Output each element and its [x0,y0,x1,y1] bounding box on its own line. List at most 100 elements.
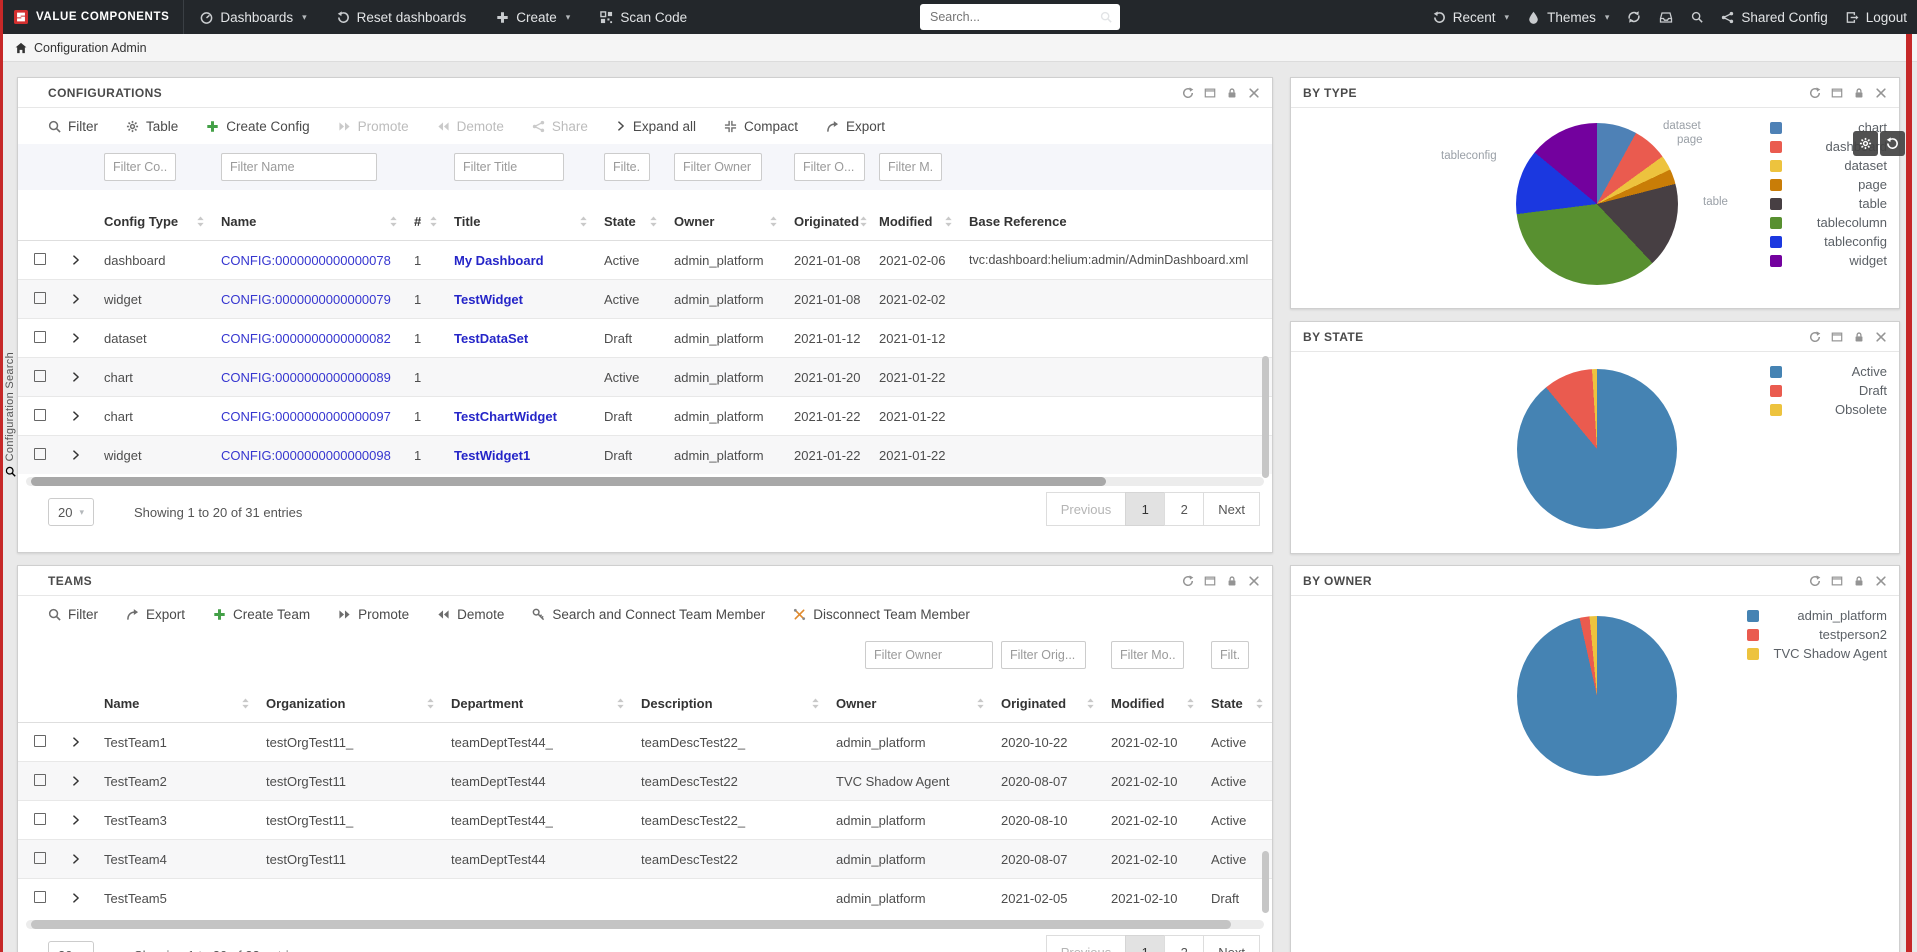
sort-icon[interactable] [389,215,398,228]
maximize-icon[interactable] [1831,575,1843,587]
expand-row-icon[interactable] [71,372,81,382]
legend-item[interactable]: tablecolumn [1770,215,1887,230]
demote-button[interactable]: Demote [437,607,504,622]
filter-modified-input[interactable] [879,153,942,181]
column-header-base-reference[interactable]: Base Reference [961,214,1272,229]
page-2-button[interactable]: 2 [1164,935,1204,952]
widget-refresh-button[interactable] [1880,131,1905,156]
nav-item-logout[interactable]: Logout [1846,10,1907,25]
sort-icon[interactable] [1186,697,1195,710]
table-row[interactable]: widget CONFIG:0000000000000098 1 TestWid… [18,435,1272,474]
table-button[interactable]: Table [126,119,178,134]
expand-row-icon[interactable] [71,737,81,747]
page-2-button[interactable]: 2 [1164,492,1204,526]
expand-row-icon[interactable] [71,854,81,864]
filter-state-input[interactable] [1211,641,1249,669]
refresh-icon[interactable] [1809,575,1821,587]
column-header-name[interactable]: Name [96,696,258,711]
table-row[interactable]: chart CONFIG:0000000000000097 1 TestChar… [18,396,1272,435]
legend-item[interactable]: Active [1770,364,1887,379]
nav-item-scan-code[interactable]: Scan Code [600,10,687,25]
table-row[interactable]: chart CONFIG:0000000000000089 1 Active a… [18,357,1272,396]
expand-row-icon[interactable] [71,776,81,786]
column-header-owner[interactable]: Owner [666,214,786,229]
promote-button[interactable]: Promote [338,607,409,622]
row-checkbox[interactable] [34,409,46,421]
filter-state-input[interactable] [604,153,650,181]
config-id-link[interactable]: CONFIG:0000000000000089 [221,370,391,385]
row-checkbox[interactable] [34,852,46,864]
column-header-department[interactable]: Department [443,696,633,711]
refresh-icon[interactable] [1809,87,1821,99]
row-checkbox[interactable] [34,448,46,460]
horizontal-scrollbar[interactable] [26,477,1264,486]
nav-item-reset-dashboards[interactable]: Reset dashboards [337,10,467,25]
maximize-icon[interactable] [1831,87,1843,99]
home-icon[interactable] [15,42,27,54]
brand[interactable]: VALUE COMPONENTS [0,0,183,34]
column-header-name[interactable]: Name [213,214,406,229]
maximize-icon[interactable] [1204,575,1216,587]
share-button[interactable]: Share [532,119,588,134]
next-page-button[interactable]: Next [1203,492,1260,526]
config-title-link[interactable]: TestDataSet [454,331,528,346]
column-header-state[interactable]: State [1203,696,1272,711]
expand-row-icon[interactable] [71,333,81,343]
horizontal-scrollbar[interactable] [26,920,1264,929]
config-title-link[interactable]: TestWidget1 [454,448,530,463]
compact-button[interactable]: Compact [724,119,798,134]
config-id-link[interactable]: CONFIG:0000000000000097 [221,409,391,424]
expand-row-icon[interactable] [71,411,81,421]
config-title-link[interactable]: TestWidget [454,292,523,307]
by-type-pie[interactable] [1516,123,1678,285]
expand-row-icon[interactable] [71,450,81,460]
sort-icon[interactable] [1255,697,1264,710]
config-id-link[interactable]: CONFIG:0000000000000098 [221,448,391,463]
next-page-button[interactable]: Next [1203,935,1260,952]
lock-icon[interactable] [1853,331,1865,343]
maximize-icon[interactable] [1204,87,1216,99]
nav-item-shared-config[interactable]: Shared Config [1721,10,1827,25]
scrollbar-thumb[interactable] [31,920,1231,929]
sort-icon[interactable] [429,215,438,228]
legend-item[interactable]: dataset [1770,158,1887,173]
row-checkbox[interactable] [34,331,46,343]
table-row[interactable]: widget CONFIG:0000000000000079 1 TestWid… [18,279,1272,318]
connect-team-member-button[interactable]: Search and Connect Team Member [532,607,765,622]
page-1-button[interactable]: 1 [1125,492,1165,526]
lock-icon[interactable] [1853,575,1865,587]
column-header-owner[interactable]: Owner [828,696,993,711]
nav-item-dashboards[interactable]: Dashboards ▾ [200,10,306,25]
filter-originated-input[interactable] [1001,641,1086,669]
sort-icon[interactable] [579,215,588,228]
disconnect-team-member-button[interactable]: Disconnect Team Member [793,607,970,622]
config-id-link[interactable]: CONFIG:0000000000000078 [221,253,391,268]
row-checkbox[interactable] [34,813,46,825]
filter-button[interactable]: Filter [48,119,98,134]
sync-icon[interactable] [1627,10,1641,24]
search-icon[interactable] [1100,11,1112,23]
configuration-search-tab[interactable]: Configuration Search [2,352,18,477]
sort-icon[interactable] [976,697,985,710]
row-checkbox[interactable] [34,253,46,265]
close-icon[interactable] [1875,87,1887,99]
maximize-icon[interactable] [1831,331,1843,343]
column-header-state[interactable]: State [596,214,666,229]
scrollbar-thumb[interactable] [31,477,1106,486]
row-checkbox[interactable] [34,774,46,786]
expand-row-icon[interactable] [71,255,81,265]
filter-config-type-input[interactable] [104,153,176,181]
lock-icon[interactable] [1853,87,1865,99]
by-state-pie[interactable] [1517,369,1677,529]
sort-icon[interactable] [811,697,820,710]
column-header-originated[interactable]: Originated [993,696,1103,711]
column-header-modified[interactable]: Modified [1103,696,1203,711]
promote-button[interactable]: Promote [338,119,409,134]
column-header-config-type[interactable]: Config Type [96,214,213,229]
vertical-scrollbar[interactable] [1262,356,1269,478]
nav-item-themes[interactable]: Themes ▾ [1527,10,1609,25]
row-checkbox[interactable] [34,735,46,747]
sort-icon[interactable] [241,697,250,710]
sort-icon[interactable] [944,215,953,228]
create-config-button[interactable]: Create Config [206,119,309,134]
